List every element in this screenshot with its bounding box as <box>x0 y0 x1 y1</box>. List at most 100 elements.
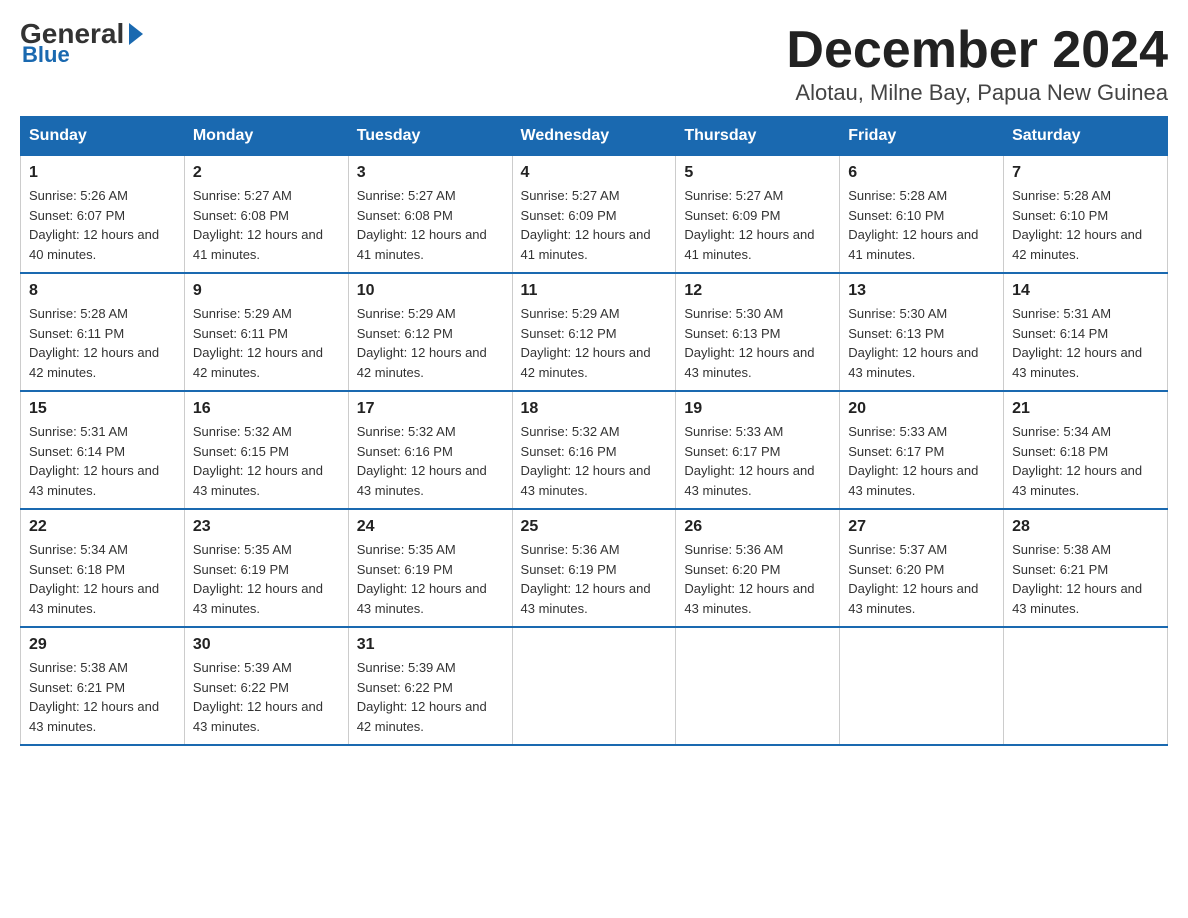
day-info: Sunrise: 5:26 AMSunset: 6:07 PMDaylight:… <box>29 186 176 264</box>
column-header-wednesday: Wednesday <box>512 117 676 156</box>
day-number: 27 <box>848 518 995 536</box>
week-row-5: 29 Sunrise: 5:38 AMSunset: 6:21 PMDayligh… <box>21 627 1168 745</box>
day-cell: 1 Sunrise: 5:26 AMSunset: 6:07 PMDaylight… <box>21 156 185 274</box>
day-cell: 3 Sunrise: 5:27 AMSunset: 6:08 PMDaylight… <box>348 156 512 274</box>
day-number: 9 <box>193 282 340 300</box>
day-number: 11 <box>521 282 668 300</box>
day-info: Sunrise: 5:32 AMSunset: 6:15 PMDaylight:… <box>193 422 340 500</box>
day-number: 21 <box>1012 400 1159 418</box>
day-info: Sunrise: 5:30 AMSunset: 6:13 PMDaylight:… <box>684 304 831 382</box>
day-cell: 29 Sunrise: 5:38 AMSunset: 6:21 PMDayligh… <box>21 627 185 745</box>
day-info: Sunrise: 5:39 AMSunset: 6:22 PMDaylight:… <box>357 658 504 736</box>
day-cell: 6 Sunrise: 5:28 AMSunset: 6:10 PMDaylight… <box>840 156 1004 274</box>
day-cell: 17 Sunrise: 5:32 AMSunset: 6:16 PMDayligh… <box>348 391 512 509</box>
page-header: General Blue December 2024 Alotau, Milne… <box>20 20 1168 106</box>
calendar-header-row: SundayMondayTuesdayWednesdayThursdayFrid… <box>21 117 1168 156</box>
day-number: 25 <box>521 518 668 536</box>
day-cell: 31 Sunrise: 5:39 AMSunset: 6:22 PMDayligh… <box>348 627 512 745</box>
day-cell: 23Sunrise: 5:35 AMSunset: 6:19 PMDayligh… <box>184 509 348 627</box>
day-cell: 16 Sunrise: 5:32 AMSunset: 6:15 PMDayligh… <box>184 391 348 509</box>
column-header-monday: Monday <box>184 117 348 156</box>
day-info: Sunrise: 5:32 AMSunset: 6:16 PMDaylight:… <box>357 422 504 500</box>
column-header-thursday: Thursday <box>676 117 840 156</box>
day-info: Sunrise: 5:31 AMSunset: 6:14 PMDaylight:… <box>1012 304 1159 382</box>
day-cell: 12Sunrise: 5:30 AMSunset: 6:13 PMDayligh… <box>676 273 840 391</box>
day-info: Sunrise: 5:27 AMSunset: 6:08 PMDaylight:… <box>193 186 340 264</box>
day-info: Sunrise: 5:38 AMSunset: 6:21 PMDaylight:… <box>1012 540 1159 618</box>
day-cell: 9Sunrise: 5:29 AMSunset: 6:11 PMDaylight… <box>184 273 348 391</box>
day-cell: 7 Sunrise: 5:28 AMSunset: 6:10 PMDaylight… <box>1004 156 1168 274</box>
day-cell: 15Sunrise: 5:31 AMSunset: 6:14 PMDayligh… <box>21 391 185 509</box>
column-header-saturday: Saturday <box>1004 117 1168 156</box>
day-info: Sunrise: 5:33 AMSunset: 6:17 PMDaylight:… <box>848 422 995 500</box>
day-number: 6 <box>848 164 995 182</box>
day-info: Sunrise: 5:28 AMSunset: 6:10 PMDaylight:… <box>848 186 995 264</box>
day-cell: 27 Sunrise: 5:37 AMSunset: 6:20 PMDayligh… <box>840 509 1004 627</box>
day-cell: 26 Sunrise: 5:36 AMSunset: 6:20 PMDayligh… <box>676 509 840 627</box>
day-info: Sunrise: 5:27 AMSunset: 6:09 PMDaylight:… <box>521 186 668 264</box>
day-number: 29 <box>29 636 176 654</box>
column-header-sunday: Sunday <box>21 117 185 156</box>
day-number: 31 <box>357 636 504 654</box>
day-info: Sunrise: 5:29 AMSunset: 6:12 PMDaylight:… <box>521 304 668 382</box>
logo: General Blue <box>20 20 146 66</box>
day-number: 28 <box>1012 518 1159 536</box>
day-number: 18 <box>521 400 668 418</box>
day-number: 14 <box>1012 282 1159 300</box>
day-cell: 4 Sunrise: 5:27 AMSunset: 6:09 PMDaylight… <box>512 156 676 274</box>
day-number: 2 <box>193 164 340 182</box>
day-number: 19 <box>684 400 831 418</box>
day-cell <box>840 627 1004 745</box>
calendar-table: SundayMondayTuesdayWednesdayThursdayFrid… <box>20 116 1168 746</box>
day-number: 1 <box>29 164 176 182</box>
day-info: Sunrise: 5:32 AMSunset: 6:16 PMDaylight:… <box>521 422 668 500</box>
day-cell: 14 Sunrise: 5:31 AMSunset: 6:14 PMDayligh… <box>1004 273 1168 391</box>
page-title: December 2024 <box>786 20 1168 80</box>
title-block: December 2024 Alotau, Milne Bay, Papua N… <box>786 20 1168 106</box>
day-cell <box>676 627 840 745</box>
day-number: 16 <box>193 400 340 418</box>
day-info: Sunrise: 5:28 AMSunset: 6:10 PMDaylight:… <box>1012 186 1159 264</box>
day-number: 24 <box>357 518 504 536</box>
column-header-friday: Friday <box>840 117 1004 156</box>
column-header-tuesday: Tuesday <box>348 117 512 156</box>
day-info: Sunrise: 5:35 AMSunset: 6:19 PMDaylight:… <box>357 540 504 618</box>
day-number: 15 <box>29 400 176 418</box>
day-cell <box>1004 627 1168 745</box>
week-row-1: 1 Sunrise: 5:26 AMSunset: 6:07 PMDaylight… <box>21 156 1168 274</box>
day-cell: 2 Sunrise: 5:27 AMSunset: 6:08 PMDaylight… <box>184 156 348 274</box>
day-cell: 22Sunrise: 5:34 AMSunset: 6:18 PMDayligh… <box>21 509 185 627</box>
day-number: 7 <box>1012 164 1159 182</box>
day-info: Sunrise: 5:34 AMSunset: 6:18 PMDaylight:… <box>1012 422 1159 500</box>
day-number: 4 <box>521 164 668 182</box>
day-cell: 11 Sunrise: 5:29 AMSunset: 6:12 PMDayligh… <box>512 273 676 391</box>
day-info: Sunrise: 5:36 AMSunset: 6:20 PMDaylight:… <box>684 540 831 618</box>
day-number: 3 <box>357 164 504 182</box>
day-info: Sunrise: 5:36 AMSunset: 6:19 PMDaylight:… <box>521 540 668 618</box>
page-subtitle: Alotau, Milne Bay, Papua New Guinea <box>786 80 1168 106</box>
day-info: Sunrise: 5:30 AMSunset: 6:13 PMDaylight:… <box>848 304 995 382</box>
day-number: 13 <box>848 282 995 300</box>
day-number: 22 <box>29 518 176 536</box>
day-cell: 25 Sunrise: 5:36 AMSunset: 6:19 PMDayligh… <box>512 509 676 627</box>
day-info: Sunrise: 5:33 AMSunset: 6:17 PMDaylight:… <box>684 422 831 500</box>
day-cell: 24 Sunrise: 5:35 AMSunset: 6:19 PMDayligh… <box>348 509 512 627</box>
day-cell <box>512 627 676 745</box>
day-cell: 30 Sunrise: 5:39 AMSunset: 6:22 PMDayligh… <box>184 627 348 745</box>
week-row-4: 22Sunrise: 5:34 AMSunset: 6:18 PMDayligh… <box>21 509 1168 627</box>
day-cell: 8Sunrise: 5:28 AMSunset: 6:11 PMDaylight… <box>21 273 185 391</box>
week-row-3: 15Sunrise: 5:31 AMSunset: 6:14 PMDayligh… <box>21 391 1168 509</box>
day-number: 30 <box>193 636 340 654</box>
day-info: Sunrise: 5:27 AMSunset: 6:08 PMDaylight:… <box>357 186 504 264</box>
day-info: Sunrise: 5:29 AMSunset: 6:12 PMDaylight:… <box>357 304 504 382</box>
logo-blue: Blue <box>22 44 70 66</box>
day-cell: 18 Sunrise: 5:32 AMSunset: 6:16 PMDayligh… <box>512 391 676 509</box>
day-cell: 19 Sunrise: 5:33 AMSunset: 6:17 PMDayligh… <box>676 391 840 509</box>
day-info: Sunrise: 5:38 AMSunset: 6:21 PMDaylight:… <box>29 658 176 736</box>
day-info: Sunrise: 5:37 AMSunset: 6:20 PMDaylight:… <box>848 540 995 618</box>
day-cell: 20 Sunrise: 5:33 AMSunset: 6:17 PMDayligh… <box>840 391 1004 509</box>
day-number: 20 <box>848 400 995 418</box>
day-number: 26 <box>684 518 831 536</box>
day-number: 17 <box>357 400 504 418</box>
day-info: Sunrise: 5:39 AMSunset: 6:22 PMDaylight:… <box>193 658 340 736</box>
